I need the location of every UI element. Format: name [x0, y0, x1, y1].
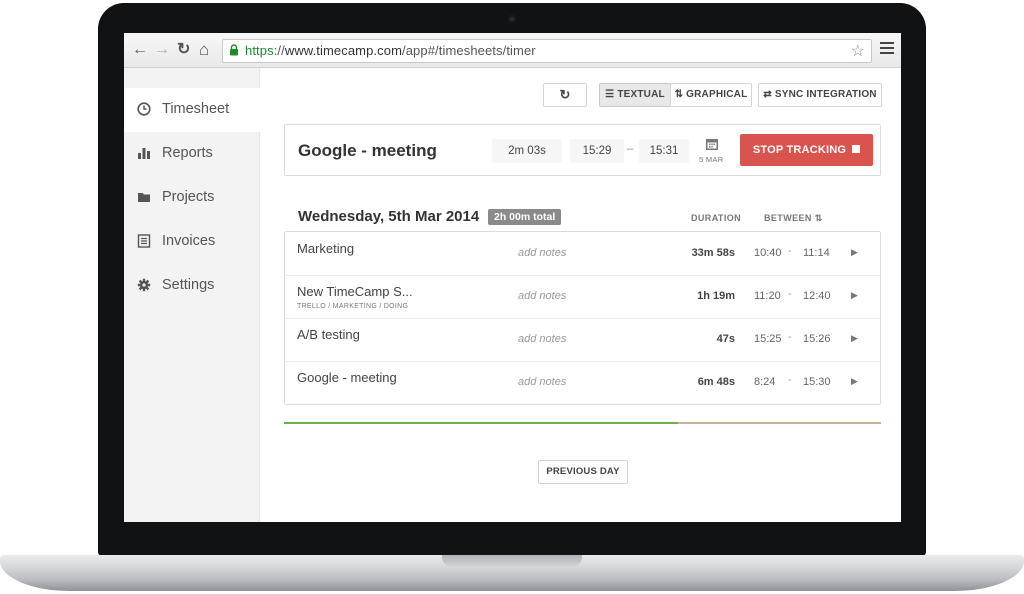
time-separator: - — [788, 374, 792, 386]
forward-icon[interactable]: → — [154, 41, 170, 59]
list-item[interactable]: Marketing add notes 33m 58s 10:40 - 11:1… — [285, 232, 880, 276]
time-separator: - — [788, 331, 792, 343]
entry-end[interactable]: 15:30 — [803, 376, 831, 388]
duration-column-header: DURATION — [691, 213, 742, 223]
browser-toolbar: ← → ↻ ⌂ https://www.timecamp.com/app#/ti… — [124, 33, 901, 68]
play-icon[interactable]: ▶ — [851, 247, 858, 258]
entry-start[interactable]: 8:24 — [754, 376, 775, 388]
start-time-input[interactable]: 15:29 — [570, 139, 624, 163]
play-icon[interactable]: ▶ — [851, 376, 858, 387]
entry-duration: 33m 58s — [691, 247, 735, 259]
bookmark-star-icon[interactable]: ☆ — [851, 41, 865, 61]
add-notes-field[interactable]: add notes — [518, 247, 566, 259]
sidebar-item-label: Reports — [162, 145, 213, 161]
entry-name[interactable]: Marketing — [297, 241, 354, 256]
bar-chart-icon — [138, 148, 150, 159]
gear-icon — [137, 278, 151, 292]
end-time-input[interactable]: 15:31 — [639, 139, 689, 163]
url-text: https://www.timecamp.com/app#/timesheets… — [245, 43, 536, 58]
textual-view-button[interactable]: ☰ TEXTUAL — [599, 83, 671, 107]
sort-icon: ⇅ — [674, 89, 687, 100]
day-progress-bar — [284, 422, 881, 424]
back-icon[interactable]: ← — [132, 41, 148, 59]
play-icon[interactable]: ▶ — [851, 290, 858, 301]
sidebar-item-label: Invoices — [162, 233, 216, 249]
webcam — [508, 15, 516, 23]
graphical-view-button[interactable]: ⇅ GRAPHICAL — [670, 83, 752, 107]
sidebar-item-settings[interactable]: Settings — [124, 264, 259, 308]
entry-start[interactable]: 15:25 — [754, 333, 782, 345]
date-label: 5 MAR — [699, 155, 724, 164]
entry-end[interactable]: 11:14 — [803, 247, 830, 259]
elapsed-time: 2m 03s — [492, 139, 562, 163]
folder-icon — [138, 193, 150, 202]
entry-name[interactable]: A/B testing — [297, 327, 360, 342]
sidebar-item-label: Timesheet — [162, 101, 230, 117]
entry-duration: 1h 19m — [697, 290, 735, 302]
sidebar: Timesheet Reports Projects Invoices Sett… — [124, 68, 260, 522]
sidebar-item-invoices[interactable]: Invoices — [124, 220, 259, 264]
entry-duration: 47s — [716, 333, 735, 345]
home-icon[interactable]: ⌂ — [199, 41, 209, 59]
tracked-task-name[interactable]: Google - meeting — [298, 141, 437, 161]
sidebar-item-reports[interactable]: Reports — [124, 132, 259, 176]
entry-tags: TRELLO / MARKETING / DOING — [297, 303, 409, 310]
add-notes-field[interactable]: add notes — [518, 333, 566, 345]
add-notes-field[interactable]: add notes — [518, 290, 566, 302]
entry-start[interactable]: 10:40 — [754, 247, 782, 259]
calendar-icon[interactable] — [705, 137, 719, 151]
hamburger-menu-icon[interactable] — [880, 42, 894, 56]
day-total-badge: 2h 00m total — [488, 209, 562, 225]
reload-icon[interactable]: ↻ — [177, 41, 190, 59]
between-column-header[interactable]: BETWEEN ⇅ — [764, 213, 823, 224]
stop-tracking-button[interactable]: STOP TRACKING — [740, 134, 873, 166]
entry-name[interactable]: New TimeCamp S... — [297, 284, 413, 299]
entry-end[interactable]: 12:40 — [803, 290, 831, 302]
timer-panel: Google - meeting 2m 03s 15:29 – 15:31 5 … — [284, 124, 881, 176]
sidebar-item-label: Settings — [162, 277, 215, 293]
lock-icon — [230, 44, 238, 56]
sidebar-item-label: Projects — [162, 189, 215, 205]
entry-name[interactable]: Google - meeting — [297, 370, 397, 385]
time-separator: - — [788, 288, 792, 300]
invoice-icon — [137, 234, 151, 248]
stop-square-icon — [852, 145, 861, 153]
refresh-button[interactable]: ↻ — [543, 83, 587, 107]
play-icon[interactable]: ▶ — [851, 333, 858, 344]
previous-day-button[interactable]: PREVIOUS DAY — [538, 460, 628, 484]
add-notes-field[interactable]: add notes — [518, 376, 566, 388]
time-separator: - — [788, 245, 792, 257]
refresh-icon: ↻ — [559, 87, 571, 102]
list-item[interactable]: New TimeCamp S... TRELLO / MARKETING / D… — [285, 275, 880, 319]
list-item[interactable]: A/B testing add notes 47s 15:25 - 15:26 … — [285, 318, 880, 362]
entry-duration: 6m 48s — [697, 376, 735, 388]
sort-icon: ⇅ — [814, 213, 823, 223]
day-title: Wednesday, 5th Mar 2014 — [298, 208, 480, 225]
day-progress-fill — [284, 422, 679, 424]
address-bar[interactable]: https://www.timecamp.com/app#/timesheets… — [222, 39, 872, 63]
sync-icon: ⇄ — [763, 89, 775, 100]
clock-icon — [137, 102, 151, 116]
list-item[interactable]: Google - meeting add notes 6m 48s 8:24 -… — [285, 361, 880, 404]
list-icon: ☰ — [605, 89, 618, 100]
screen: ← → ↻ ⌂ https://www.timecamp.com/app#/ti… — [124, 33, 901, 522]
time-entries-list: Marketing add notes 33m 58s 10:40 - 11:1… — [284, 231, 881, 405]
sync-integration-button[interactable]: ⇄ SYNC INTEGRATION — [758, 83, 882, 107]
entry-end[interactable]: 15:26 — [803, 333, 831, 345]
sidebar-item-timesheet[interactable]: Timesheet — [124, 88, 260, 132]
laptop-notch — [442, 555, 582, 567]
sidebar-item-projects[interactable]: Projects — [124, 176, 259, 220]
time-separator: – — [627, 143, 634, 155]
entry-start[interactable]: 11:20 — [754, 290, 781, 302]
